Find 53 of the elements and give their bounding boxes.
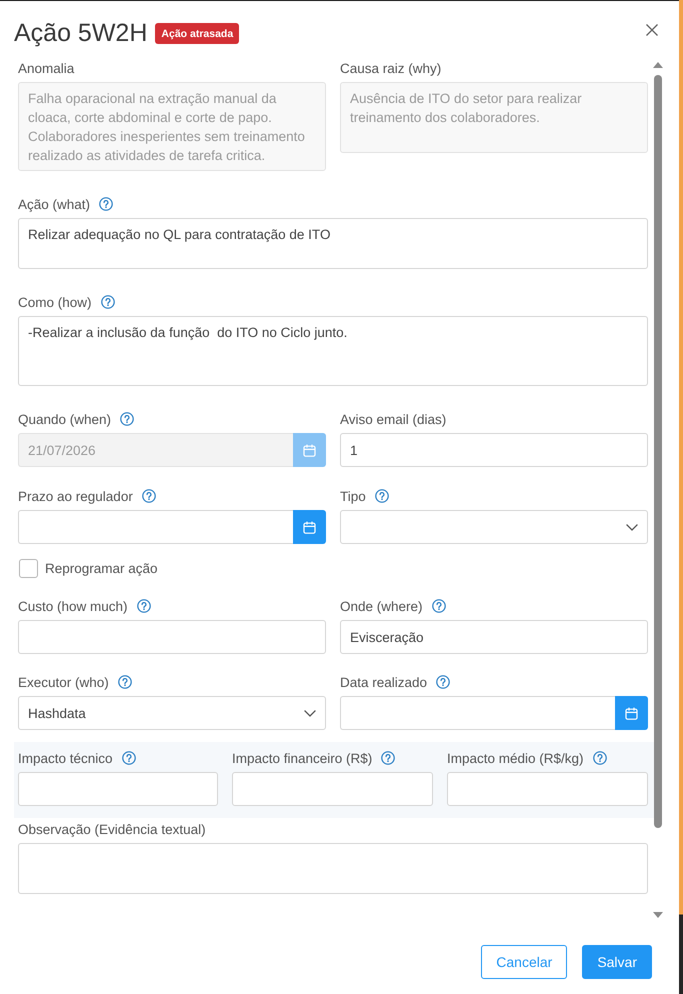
- help-icon[interactable]: [118, 675, 132, 689]
- field-label: Ação (what): [18, 196, 90, 212]
- field-label: Data realizado: [340, 674, 428, 690]
- help-icon[interactable]: [374, 489, 389, 503]
- field-label: Quando (when): [18, 412, 112, 426]
- text-area[interactable]: -Realizar a inclusão da função do ITO no Ciclo junto.: [18, 316, 648, 386]
- scroll-down-icon[interactable]: [653, 912, 663, 918]
- field-label: Executor (who): [18, 674, 109, 690]
- calendar-button[interactable]: [615, 696, 648, 730]
- text-field[interactable]: [18, 772, 218, 806]
- help-icon[interactable]: [136, 599, 151, 613]
- text-field[interactable]: Evisceração: [340, 620, 648, 654]
- date-field[interactable]: [18, 510, 293, 544]
- field-label: Observação (Evidência textual): [18, 822, 206, 836]
- scroll-up-icon[interactable]: [653, 62, 663, 68]
- field-label: Tipo: [340, 488, 366, 504]
- help-icon[interactable]: [432, 599, 446, 613]
- dialog-title: Ação 5W2H: [14, 18, 148, 48]
- text-field[interactable]: [232, 772, 433, 806]
- scrollbar-thumb[interactable]: [654, 75, 662, 828]
- calendar-icon: [303, 444, 316, 456]
- field-label: Impacto técnico: [18, 750, 113, 766]
- text-area[interactable]: Relizar adequação no QL para contratação de ITO: [18, 218, 648, 269]
- text-field[interactable]: [18, 620, 326, 654]
- dropdown[interactable]: Hashdata: [18, 696, 326, 730]
- date-field[interactable]: [340, 696, 615, 730]
- checkbox[interactable]: [19, 558, 38, 578]
- field-label: Anomalia: [18, 60, 74, 76]
- help-icon[interactable]: [381, 751, 396, 765]
- text-field[interactable]: 1: [340, 433, 648, 467]
- help-icon[interactable]: [122, 751, 136, 765]
- field-label: Impacto financeiro (R$): [232, 750, 372, 766]
- help-icon[interactable]: [436, 675, 450, 689]
- field-label: Onde (where): [340, 598, 423, 614]
- field-label: Como (how): [18, 294, 92, 310]
- help-icon[interactable]: [99, 197, 114, 211]
- close-icon[interactable]: [646, 24, 658, 36]
- calendar-button[interactable]: [293, 510, 326, 544]
- help-icon[interactable]: [142, 489, 156, 503]
- chevron-down-icon: [626, 524, 638, 530]
- status-badge: Ação atrasada: [155, 23, 240, 44]
- text-field[interactable]: [447, 772, 648, 806]
- field-label: Aviso email (dias): [340, 412, 446, 426]
- chevron-down-icon: [304, 710, 316, 716]
- field-label: Custo (how much): [18, 598, 128, 614]
- calendar-icon: [303, 520, 316, 534]
- field-label: Prazo ao regulador: [18, 488, 133, 504]
- help-icon[interactable]: [100, 295, 115, 309]
- field-label: Causa raiz (why): [340, 60, 442, 76]
- checkbox-label: Reprogramar ação: [45, 560, 158, 576]
- calendar-icon: [625, 706, 638, 720]
- field-label: Impacto médio (R$/kg): [447, 750, 584, 766]
- help-icon[interactable]: [592, 751, 607, 765]
